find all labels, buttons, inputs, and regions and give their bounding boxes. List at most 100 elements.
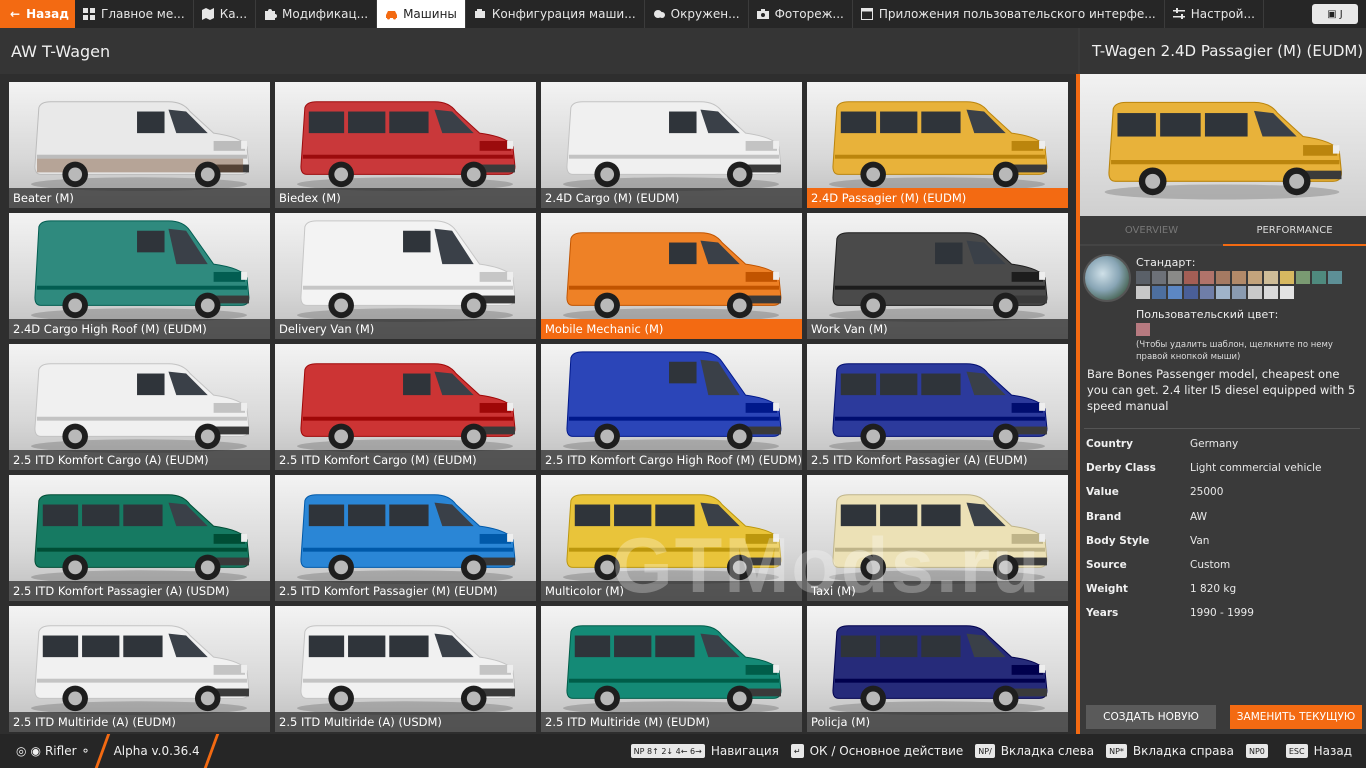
vehicle-thumbnail [31,494,250,585]
key-hint: NP 8↑ 2↓ 4← 6→ Навигация [630,744,779,758]
config-tile[interactable]: 2.5 ITD Komfort Passagier (M) (EUDM) [275,475,536,601]
vehicle-info-table: Country Germany Derby Class Light commercia… [1080,429,1366,626]
engine-icon [474,8,487,20]
color-swatch[interactable] [1136,286,1150,299]
tab-8[interactable]: Настрой... [1165,0,1264,28]
tab-performance[interactable]: Performance [1223,216,1366,246]
ui-apps-icon [860,8,874,20]
vehicle-thumbnail [829,232,1048,323]
color-swatch[interactable] [1152,271,1166,284]
config-tile[interactable]: 2.5 ITD Komfort Cargo (M) (EUDM) [275,344,536,470]
tab-0[interactable]: Главное ме... [75,0,194,28]
info-row: Source Custom [1086,553,1360,577]
vehicle-thumbnail [31,101,250,192]
config-tile[interactable]: Beater (M) [9,82,270,208]
replace-current-button[interactable]: Заменить текущую [1230,705,1362,729]
map-icon [201,8,215,20]
config-tile[interactable]: 2.5 ITD Multiride (A) (EUDM) [9,606,270,732]
info-key: Weight [1086,583,1128,596]
color-swatch[interactable] [1216,286,1230,299]
config-tile[interactable]: 2.4D Passagier (M) (EUDM) [807,82,1068,208]
custom-color-hint: (Чтобы удалить шаблон, щелкните по нему … [1136,340,1333,362]
info-row: Brand AW [1086,505,1360,529]
color-swatch[interactable] [1312,271,1326,284]
tab-3[interactable]: Машины [377,0,466,28]
vehicle-thumbnail [297,220,516,323]
color-swatch[interactable] [1296,271,1310,284]
config-tile[interactable]: 2.5 ITD Komfort Passagier (A) (USDM) [9,475,270,601]
info-row: Weight 1 820 kg [1086,577,1360,601]
color-swatch[interactable] [1264,286,1278,299]
key-hint: NP* Вкладка справа [1106,744,1234,758]
key-hint: NP/Вкладка слева [975,744,1094,758]
vehicle-thumbnail [563,351,782,454]
custom-color-swatch[interactable] [1136,323,1150,336]
paint-preview-thumb[interactable] [1083,254,1131,302]
vehicle-model-title-bar: AW T-Wagen [0,28,1078,74]
info-row: Country Germany [1086,432,1360,456]
info-value: Van [1190,534,1210,547]
config-tile[interactable]: Mobile Mechanic (M) [541,213,802,339]
vehicle-thumbnail [829,494,1048,585]
color-swatch[interactable] [1136,271,1150,284]
config-tile[interactable]: 2.5 ITD Komfort Cargo High Roof (M) (EUD… [541,344,802,470]
config-grid: Beater (M) Biedex (M) 2.4D Cargo (M) (EUDM… [0,74,1078,734]
config-tile-label: 2.5 ITD Komfort Cargo (M) (EUDM) [275,450,536,470]
config-tile[interactable]: Biedex (M) [275,82,536,208]
info-value: Custom [1190,559,1231,572]
tab-overview[interactable]: Overview [1080,216,1223,246]
color-swatch[interactable] [1152,286,1166,299]
config-tile[interactable]: Multicolor (M) [541,475,802,601]
config-tile[interactable]: Taxi (M) [807,475,1068,601]
info-key: Years [1086,607,1119,620]
key-icon: NP* [1106,744,1127,758]
config-tile[interactable]: 2.5 ITD Multiride (A) (USDM) [275,606,536,732]
config-tile[interactable]: Work Van (M) [807,213,1068,339]
key-hint-label: Вкладка справа [1132,744,1234,758]
color-swatch[interactable] [1264,271,1278,284]
color-swatch[interactable] [1248,286,1262,299]
color-swatch[interactable] [1184,271,1198,284]
back-button[interactable]: ← Назад [0,0,75,28]
tab-4[interactable]: Конфигурация маши... [466,0,645,28]
tab-7[interactable]: Приложения пользовательского интерфе... [853,0,1165,28]
color-swatch[interactable] [1232,286,1246,299]
tab-1[interactable]: Ка... [194,0,257,28]
config-tile-label: Delivery Van (M) [275,319,536,339]
tab-5[interactable]: Окружен... [645,0,749,28]
color-swatch[interactable] [1328,271,1342,284]
gamepad-icon: ▣ [1327,8,1337,20]
puzzle-icon [264,8,278,20]
color-swatch[interactable] [1280,271,1294,284]
create-new-button[interactable]: Создать новую [1086,705,1216,729]
color-swatch[interactable] [1200,286,1214,299]
tab-6[interactable]: Фотореж... [749,0,853,28]
details-tabs: Overview Performance [1080,216,1366,246]
config-tile-label: 2.4D Passagier (M) (EUDM) [807,188,1068,208]
color-swatch[interactable] [1248,271,1262,284]
config-tile[interactable]: 2.4D Cargo (M) (EUDM) [541,82,802,208]
grid-icon [83,8,96,20]
config-tile-label: 2.4D Cargo High Roof (M) (EUDM) [9,319,270,339]
color-swatch[interactable] [1232,271,1246,284]
color-swatch[interactable] [1200,271,1214,284]
config-tile[interactable]: 2.4D Cargo High Roof (M) (EUDM) [9,213,270,339]
vehicle-thumbnail [563,101,782,192]
tab-2[interactable]: Модификац... [256,0,378,28]
color-swatch[interactable] [1184,286,1198,299]
standard-swatches [1136,271,1346,299]
config-tile[interactable]: 2.5 ITD Komfort Cargo (A) (EUDM) [9,344,270,470]
key-icon: ESC [1285,744,1308,758]
config-tile[interactable]: 2.5 ITD Komfort Passagier (A) (EUDM) [807,344,1068,470]
top-menu-bar: ← Назад Главное ме... Ка... Модификац... Ма… [0,0,1366,28]
color-swatch[interactable] [1168,286,1182,299]
config-tile[interactable]: Delivery Van (M) [275,213,536,339]
color-swatch[interactable] [1216,271,1230,284]
controller-badge[interactable]: ▣ J [1312,4,1358,24]
standard-colors-label: Стандарт: [1136,256,1196,269]
color-swatch[interactable] [1280,286,1294,299]
config-tile[interactable]: 2.5 ITD Multiride (M) (EUDM) [541,606,802,732]
config-tile[interactable]: Policja (M) [807,606,1068,732]
info-value: 1990 - 1999 [1190,607,1254,620]
color-swatch[interactable] [1168,271,1182,284]
